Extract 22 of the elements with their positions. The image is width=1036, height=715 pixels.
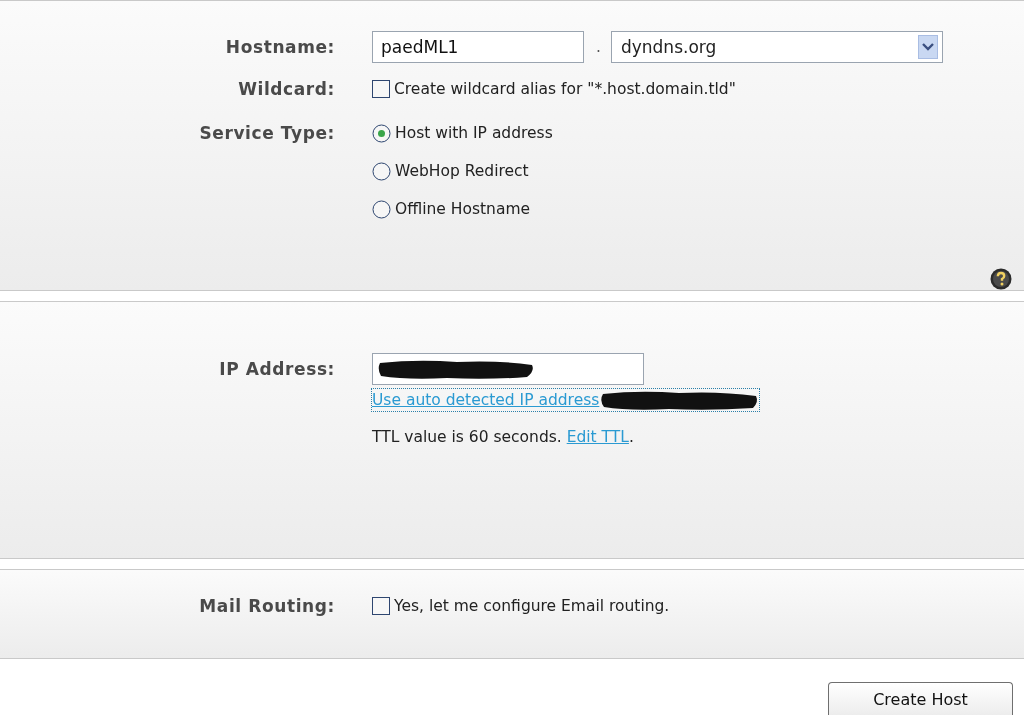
hostname-field[interactable]: paedML1 [372, 31, 584, 63]
ip-address-field[interactable] [372, 353, 644, 385]
checkbox[interactable] [372, 597, 390, 615]
field-label: Service Type: [199, 122, 335, 145]
field-label: Mail Routing: [199, 595, 335, 618]
radio-button[interactable] [372, 199, 391, 219]
radio-label[interactable]: Host with IP address [395, 121, 553, 145]
field-label: Wildcard: [238, 78, 335, 101]
field-label: IP Address: [219, 358, 335, 381]
create-host-button[interactable]: Create Host [828, 682, 1013, 715]
radio-button[interactable] [372, 123, 391, 143]
ttl-note: TTL value is 60 seconds. Edit TTL. [372, 428, 634, 446]
field-label: Hostname: [225, 36, 335, 59]
checkbox-label[interactable]: Yes, let me configure Email routing. [394, 594, 670, 618]
radio-label[interactable]: Offline Hostname [395, 197, 531, 221]
radio-button[interactable] [372, 161, 391, 181]
checkbox[interactable] [372, 80, 390, 98]
separator-dot: . [596, 38, 601, 56]
help-icon[interactable] [990, 268, 1012, 290]
radio-label[interactable]: WebHop Redirect [395, 159, 529, 183]
checkbox-label[interactable]: Create wildcard alias for "*.host.domain.tld" [394, 77, 736, 101]
domain-dropdown[interactable]: dyndns.org [610, 31, 943, 63]
